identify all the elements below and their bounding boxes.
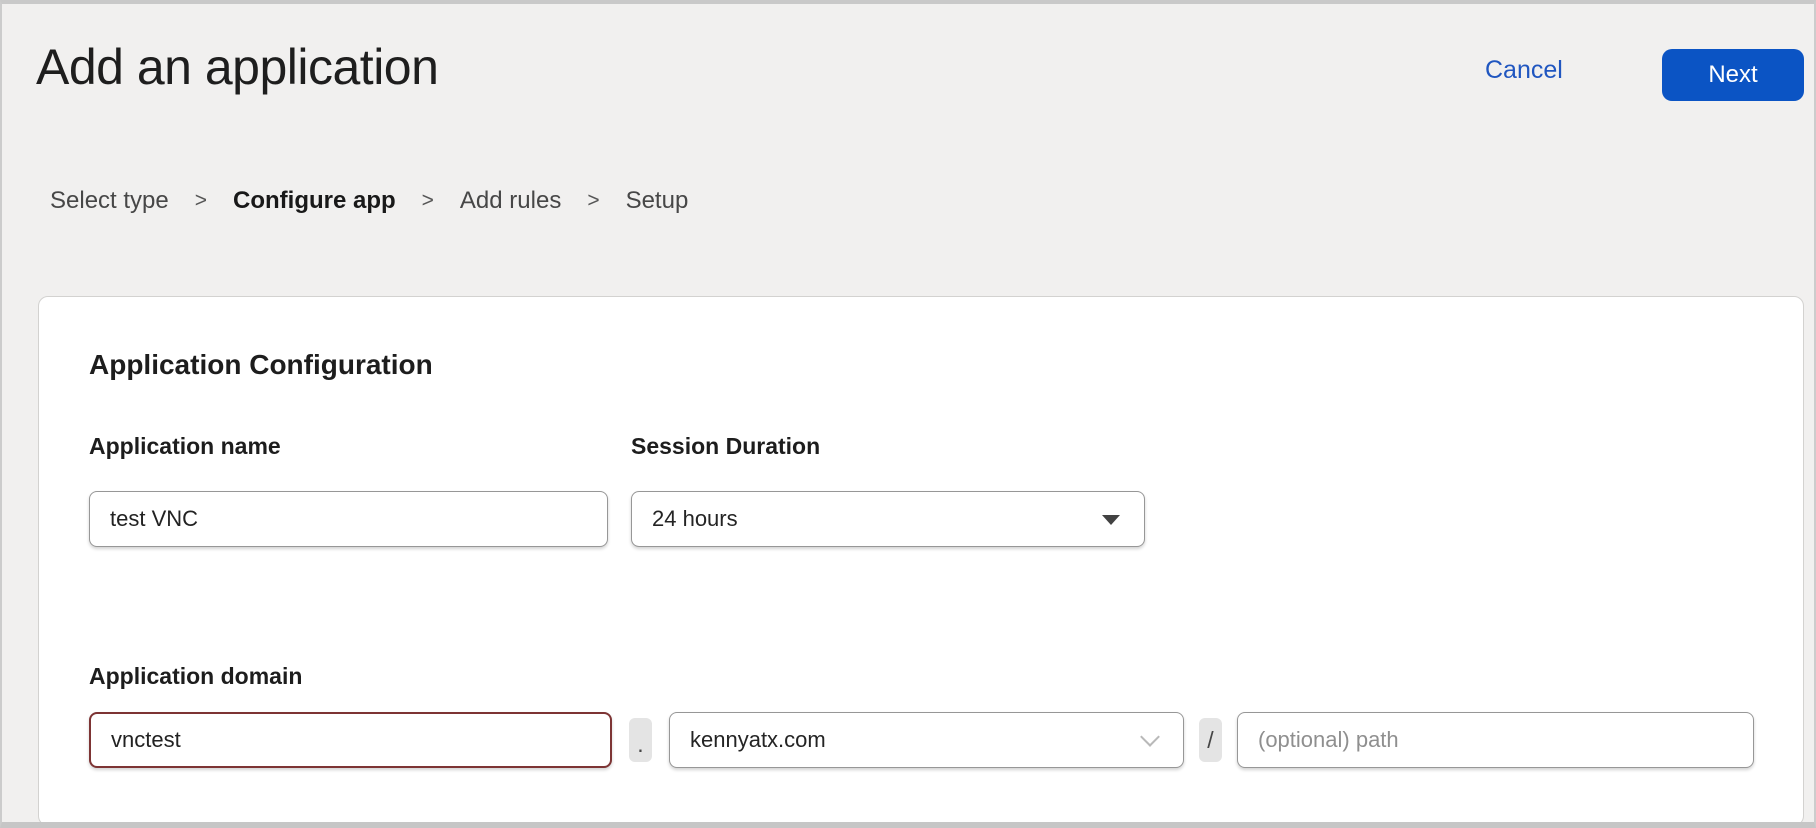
breadcrumb-step-select-type[interactable]: Select type [50, 187, 169, 215]
next-button[interactable]: Next [1662, 49, 1804, 101]
session-duration-select[interactable]: 24 hours [631, 491, 1145, 547]
application-name-input[interactable] [89, 491, 608, 547]
application-configuration-card: Application Configuration Application na… [38, 296, 1804, 826]
application-name-label: Application name [89, 433, 281, 460]
app-window: Add an application Cancel Next Select ty… [0, 0, 1816, 828]
path-input[interactable] [1237, 712, 1754, 768]
breadcrumb-step-configure-app[interactable]: Configure app [233, 187, 396, 215]
breadcrumb-step-setup[interactable]: Setup [626, 187, 689, 215]
slash-separator: / [1199, 718, 1222, 762]
chevron-down-icon [1140, 727, 1160, 747]
subdomain-input[interactable] [89, 712, 612, 768]
page-title: Add an application [36, 38, 438, 96]
breadcrumb: Select type > Configure app > Add rules … [50, 187, 688, 215]
domain-select[interactable]: kennyatx.com [669, 712, 1184, 768]
dropdown-arrow-icon [1102, 515, 1120, 525]
application-domain-row: . kennyatx.com / [89, 712, 1754, 768]
dot-separator: . [629, 718, 652, 762]
session-duration-value: 24 hours [652, 506, 738, 532]
cancel-button[interactable]: Cancel [1485, 56, 1563, 85]
session-duration-label: Session Duration [631, 433, 820, 460]
breadcrumb-separator: > [195, 189, 207, 213]
application-domain-label: Application domain [89, 663, 302, 690]
breadcrumb-separator: > [422, 189, 434, 213]
domain-select-value: kennyatx.com [690, 727, 826, 753]
breadcrumb-separator: > [587, 189, 599, 213]
breadcrumb-step-add-rules[interactable]: Add rules [460, 187, 561, 215]
section-title: Application Configuration [89, 349, 433, 381]
